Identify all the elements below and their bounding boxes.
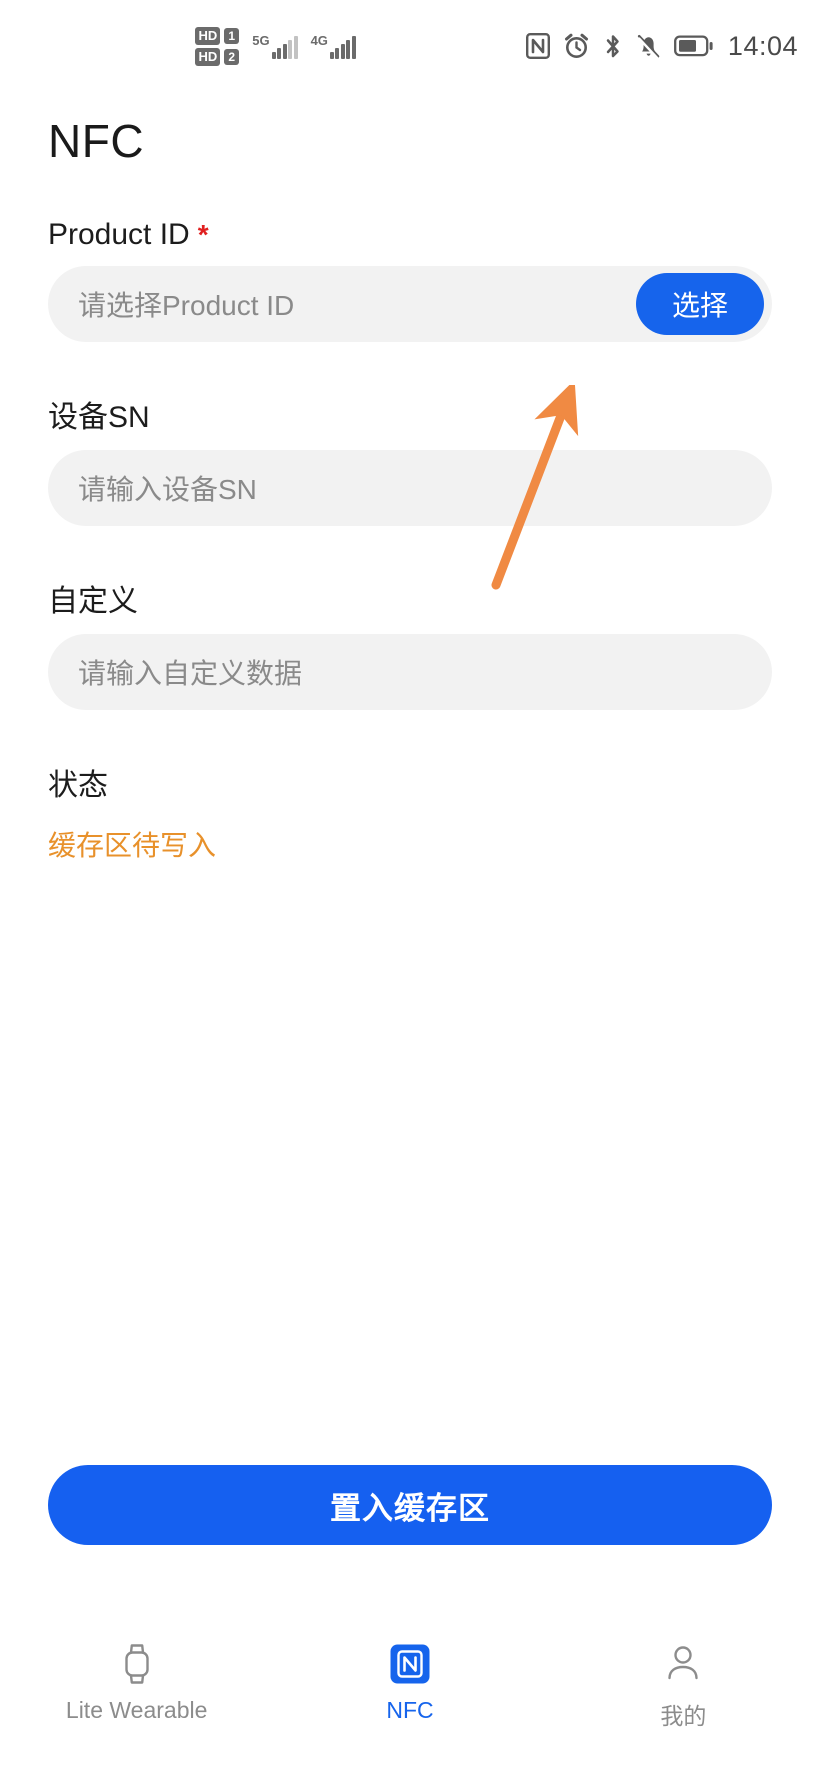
status-bar-left-group: HD 1 HD 2 5G 4G	[195, 26, 356, 66]
person-icon	[664, 1641, 702, 1687]
signal-bars-icon	[329, 35, 356, 59]
watch-icon	[118, 1641, 156, 1687]
product-id-label: Product ID	[48, 218, 190, 251]
battery-icon	[673, 34, 714, 58]
custom-data-label: 自定义	[48, 585, 138, 618]
hd-badge-icon: HD	[195, 47, 221, 66]
nfc-badge-icon	[389, 1641, 431, 1687]
tab-mine[interactable]: 我的	[547, 1641, 820, 1731]
tab-label-lite-wearable: Lite Wearable	[65, 1697, 208, 1723]
signal-bars-icon	[271, 35, 298, 59]
page-title: NFC	[48, 115, 145, 167]
commit-to-buffer-button[interactable]: 置入缓存区	[48, 1465, 772, 1545]
page-content: NFC Product ID * 请选择Product ID 选择 设备SN 请…	[0, 92, 820, 1627]
phone-screen: HD 1 HD 2 5G 4G 14:04 NFC Product ID * 请…	[0, 0, 820, 1777]
tab-label-nfc: NFC	[386, 1697, 434, 1723]
device-sn-label: 设备SN	[48, 401, 150, 434]
sim1-badge-icon: 1	[224, 27, 240, 44]
bottom-tab-bar: Lite Wearable NFC 我的	[0, 1627, 820, 1777]
tab-nfc[interactable]: NFC	[273, 1641, 546, 1724]
status-bar-clock: 14:04	[727, 30, 798, 61]
tab-label-mine: 我的	[660, 1703, 707, 1729]
product-id-label-row: Product ID *	[48, 218, 772, 252]
select-product-id-button[interactable]: 选择	[636, 273, 764, 335]
dual-sim-hd-indicator: HD 1 HD 2	[195, 26, 240, 66]
product-id-field[interactable]: 请选择Product ID 选择	[48, 266, 772, 342]
signal-group-sim1: 5G	[252, 32, 298, 59]
signal-group-sim2: 4G	[311, 34, 356, 59]
network-type-label: 5G	[252, 32, 270, 48]
custom-data-placeholder: 请输入自定义数据	[78, 658, 303, 689]
bluetooth-icon	[603, 33, 623, 60]
status-label-row: 状态	[48, 760, 772, 804]
custom-data-label-row: 自定义	[48, 576, 772, 620]
sim2-badge-icon: 2	[224, 48, 240, 65]
network-type-label: 4G	[310, 32, 328, 48]
status-value: 缓存区待写入	[48, 830, 217, 861]
device-sn-label-row: 设备SN	[48, 392, 772, 436]
device-sn-placeholder: 请输入设备SN	[78, 474, 257, 505]
status-bar-right-group	[525, 33, 714, 60]
nfc-icon	[525, 33, 550, 59]
hd-badge-icon: HD	[195, 26, 221, 45]
tab-lite-wearable[interactable]: Lite Wearable	[0, 1641, 273, 1724]
status-bar: HD 1 HD 2 5G 4G 14:04	[0, 0, 820, 92]
custom-data-field[interactable]: 请输入自定义数据	[48, 634, 772, 710]
required-asterisk: *	[197, 219, 209, 250]
bell-muted-icon	[636, 33, 661, 60]
product-id-placeholder: 请选择Product ID	[78, 290, 295, 321]
device-sn-field[interactable]: 请输入设备SN	[48, 450, 772, 526]
status-label: 状态	[48, 769, 108, 802]
alarm-icon	[563, 33, 590, 60]
